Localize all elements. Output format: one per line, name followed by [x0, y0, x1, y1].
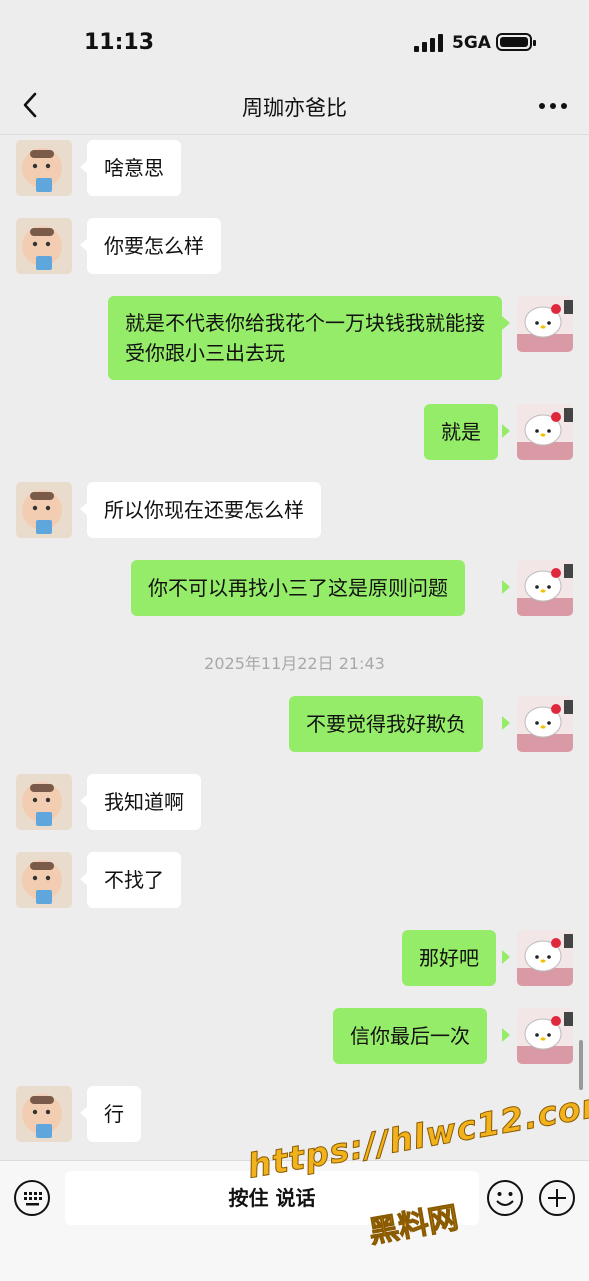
my-avatar[interactable] [517, 296, 573, 352]
message-bubble-incoming[interactable]: 啥意思 [87, 140, 181, 196]
nav-bar: 周珈亦爸比 [0, 80, 589, 135]
scrollbar[interactable] [579, 1040, 583, 1090]
contact-avatar[interactable] [16, 218, 72, 274]
message-bubble-incoming[interactable]: 你要怎么样 [87, 218, 221, 274]
contact-avatar[interactable] [16, 852, 72, 908]
message-bubble-outgoing[interactable]: 就是 [424, 404, 498, 460]
message-timestamp: 2025年11月22日 21:43 [204, 654, 385, 673]
signal-icon [414, 34, 444, 52]
more-icon[interactable] [533, 94, 573, 118]
chat-area[interactable]: 啥意思 你要怎么样 就是不代表你给我花个一万块钱我就能接受你跟小三出去玩 就是 … [0, 134, 589, 1160]
message-bubble-incoming[interactable]: 行 [87, 1086, 141, 1142]
message-bubble-outgoing[interactable]: 就是不代表你给我花个一万块钱我就能接受你跟小三出去玩 [108, 296, 502, 380]
message-bubble-outgoing[interactable]: 那好吧 [402, 930, 496, 986]
contact-avatar[interactable] [16, 482, 72, 538]
battery-icon [496, 33, 536, 51]
my-avatar[interactable] [517, 930, 573, 986]
network-type: 5GA [452, 33, 491, 53]
message-bubble-incoming[interactable]: 所以你现在还要怎么样 [87, 482, 321, 538]
my-avatar[interactable] [517, 1008, 573, 1064]
status-bar: 11:13 5GA [0, 0, 589, 80]
my-avatar[interactable] [517, 560, 573, 616]
contact-avatar[interactable] [16, 774, 72, 830]
plus-icon[interactable] [538, 1179, 576, 1217]
contact-avatar[interactable] [16, 140, 72, 196]
my-avatar[interactable] [517, 404, 573, 460]
message-bubble-incoming[interactable]: 不找了 [87, 852, 181, 908]
chat-title: 周珈亦爸比 [242, 96, 347, 120]
message-bubble-outgoing[interactable]: 你不可以再找小三了这是原则问题 [131, 560, 465, 616]
contact-avatar[interactable] [16, 1086, 72, 1142]
keyboard-icon[interactable] [13, 1179, 51, 1217]
message-bubble-incoming[interactable]: 我知道啊 [87, 774, 201, 830]
status-time: 11:13 [84, 30, 155, 55]
input-bar: 按住 说话 [0, 1160, 589, 1281]
message-bubble-outgoing[interactable]: 不要觉得我好欺负 [289, 696, 483, 752]
my-avatar[interactable] [517, 696, 573, 752]
emoji-icon[interactable] [486, 1179, 524, 1217]
message-bubble-outgoing[interactable]: 信你最后一次 [333, 1008, 487, 1064]
